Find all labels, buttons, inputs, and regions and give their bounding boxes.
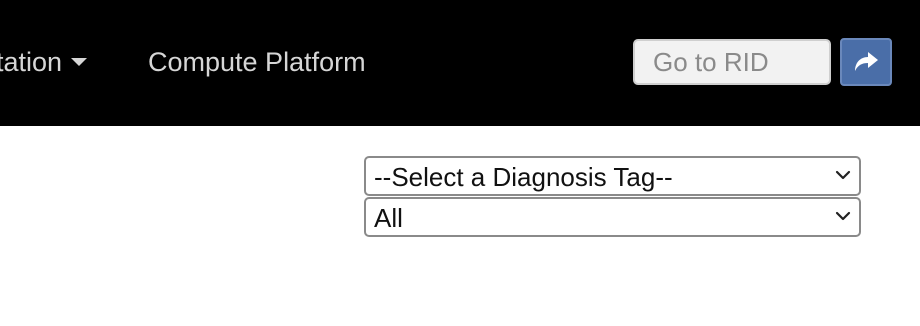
go-to-rid-input[interactable]: [633, 39, 831, 85]
scope-select[interactable]: All: [364, 197, 861, 237]
nav-menu-label: tation: [0, 47, 63, 77]
caret-down-icon: [71, 57, 88, 66]
top-navbar: tation Compute Platform: [0, 0, 920, 126]
nav-menu-dropdown[interactable]: tation: [0, 44, 88, 80]
nav-compute-platform-label: Compute Platform: [148, 47, 366, 77]
chevron-down-icon: [835, 211, 851, 221]
share-arrow-icon: [855, 52, 878, 71]
diagnosis-tag-select[interactable]: --Select a Diagnosis Tag--: [364, 156, 861, 196]
scope-selected-value: All: [374, 203, 403, 233]
diagnosis-tag-selected-value: --Select a Diagnosis Tag--: [374, 162, 673, 192]
nav-compute-platform-link[interactable]: Compute Platform: [148, 44, 366, 80]
chevron-down-icon: [835, 170, 851, 180]
go-to-rid-button[interactable]: [840, 38, 892, 86]
